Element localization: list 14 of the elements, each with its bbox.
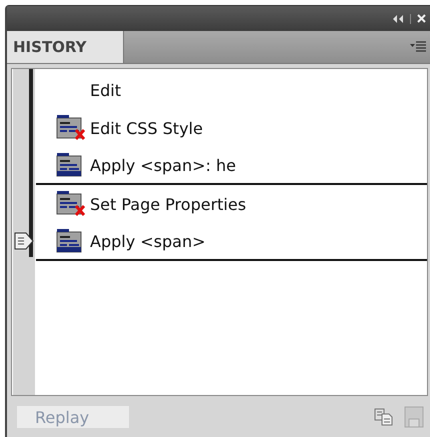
step-undo-icon — [56, 115, 86, 141]
copy-steps-button[interactable] — [374, 408, 394, 426]
history-step[interactable]: Edit CSS Style — [90, 118, 203, 138]
close-icon[interactable] — [417, 14, 426, 23]
panel-menu-icon[interactable] — [410, 41, 426, 53]
history-step[interactable]: Apply <span> — [90, 232, 206, 250]
history-step[interactable]: Edit — [90, 80, 121, 100]
step-icon — [56, 229, 82, 253]
collapse-icon[interactable] — [392, 14, 404, 22]
history-step[interactable]: Apply <span>: he — [90, 156, 236, 174]
step-icon — [56, 153, 82, 177]
panel-tab[interactable]: HISTORY — [7, 31, 124, 63]
history-step[interactable]: Set Page Properties — [90, 194, 246, 214]
step-undo-icon — [56, 191, 86, 217]
